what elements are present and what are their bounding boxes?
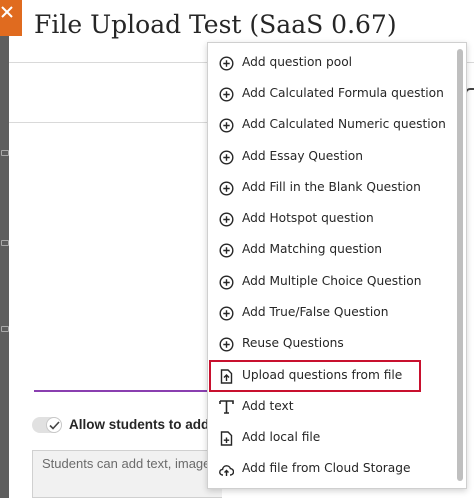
strip-icon xyxy=(1,150,9,156)
menu-item-upload-questions-from-file[interactable]: Upload questions from file xyxy=(208,361,458,392)
divider xyxy=(9,62,209,63)
menu-item-add-calculated-numeric[interactable]: Add Calculated Numeric question xyxy=(208,110,458,141)
menu-item-add-local-file[interactable]: Add local file xyxy=(208,423,458,454)
menu-item-label: Add Essay Question xyxy=(242,149,363,163)
menu-item-label: Add Calculated Numeric question xyxy=(242,117,446,131)
plus-circle-icon xyxy=(219,337,234,352)
menu-item-add-multiple-choice[interactable]: Add Multiple Choice Question xyxy=(208,267,458,298)
page-title: File Upload Test (SaaS 0.67) xyxy=(34,10,397,39)
file-upload-icon xyxy=(220,369,233,384)
content-divider xyxy=(34,390,210,392)
close-button[interactable] xyxy=(0,0,22,36)
menu-item-label: Add Fill in the Blank Question xyxy=(242,180,421,194)
menu-item-label: Add file from Cloud Storage xyxy=(242,461,411,475)
allow-students-toggle[interactable] xyxy=(32,417,62,433)
menu-item-label: Reuse Questions xyxy=(242,336,344,350)
plus-circle-icon xyxy=(219,212,234,227)
menu-item-add-matching[interactable]: Add Matching question xyxy=(208,235,458,266)
menu-item-reuse-questions[interactable]: Reuse Questions xyxy=(208,329,458,360)
menu-item-add-essay[interactable]: Add Essay Question xyxy=(208,142,458,173)
plus-circle-icon xyxy=(219,150,234,165)
plus-circle-icon xyxy=(219,118,234,133)
strip-icon xyxy=(1,326,9,332)
menu-item-label: Add text xyxy=(242,399,294,413)
menu-item-label: Add Matching question xyxy=(242,242,383,256)
toggle-knob xyxy=(46,417,62,433)
close-x-icon xyxy=(1,6,13,18)
plus-circle-icon xyxy=(219,243,234,258)
plus-circle-icon xyxy=(219,181,234,196)
menu-item-label: Upload questions from file xyxy=(242,368,403,382)
menu-scrollbar[interactable] xyxy=(457,49,463,481)
menu-item-add-file-from-cloud[interactable]: Add file from Cloud Storage xyxy=(208,454,458,485)
menu-item-add-true-false[interactable]: Add True/False Question xyxy=(208,298,458,329)
plus-circle-icon xyxy=(219,306,234,321)
add-content-menu: Add question pool Add Calculated Formula… xyxy=(207,42,467,489)
cloud-upload-icon xyxy=(219,465,234,476)
text-format-icon xyxy=(219,400,234,414)
plus-circle-icon xyxy=(219,275,234,290)
menu-item-label: Add Multiple Choice Question xyxy=(242,274,422,288)
menu-item-add-calculated-formula[interactable]: Add Calculated Formula question xyxy=(208,79,458,110)
strip-icon xyxy=(1,240,9,246)
menu-item-label: Add True/False Question xyxy=(242,305,389,319)
menu-item-add-text[interactable]: Add text xyxy=(208,392,458,423)
divider xyxy=(9,122,209,123)
allow-students-label: Allow students to add co xyxy=(69,417,229,432)
menu-item-label: Add Hotspot question xyxy=(242,211,374,225)
menu-item-add-fill-in-blank[interactable]: Add Fill in the Blank Question xyxy=(208,173,458,204)
menu-item-label: Add question pool xyxy=(242,55,353,69)
plus-circle-icon xyxy=(219,56,234,71)
menu-item-label: Add local file xyxy=(242,430,321,444)
plus-circle-icon xyxy=(219,87,234,102)
check-icon xyxy=(49,421,60,430)
file-add-icon xyxy=(220,431,233,446)
left-panel-strip xyxy=(0,0,9,498)
menu-item-add-question-pool[interactable]: Add question pool xyxy=(208,48,458,79)
menu-item-label: Add Calculated Formula question xyxy=(242,86,444,100)
menu-item-add-hotspot[interactable]: Add Hotspot question xyxy=(208,204,458,235)
students-instructions-placeholder: Students can add text, images xyxy=(42,456,217,471)
